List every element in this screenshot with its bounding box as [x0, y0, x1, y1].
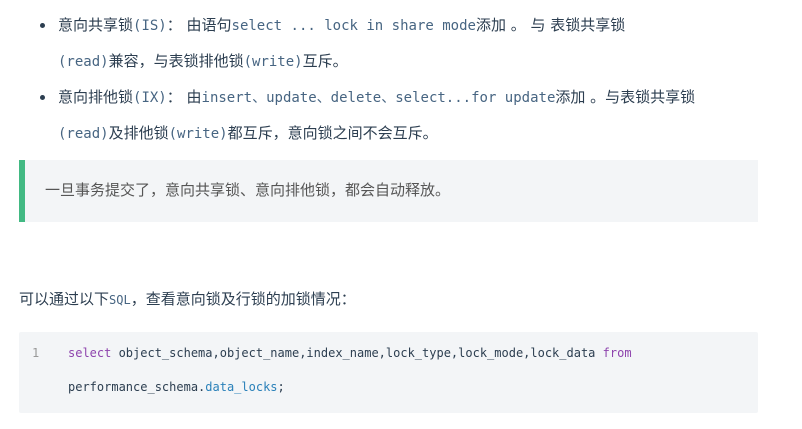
code-text: performance_schema. [68, 380, 206, 394]
inline-code: (read) [58, 54, 109, 70]
text-segment: 兼容，与表锁排他锁 [108, 52, 244, 70]
text-segment: 添加 。 与 表锁共享锁 [475, 16, 626, 34]
inline-code: insert、update、delete、select...for update [201, 90, 556, 106]
tip-callout: 一旦事务提交了，意向共享锁、意向排他锁，都会自动释放。 [19, 160, 758, 222]
paragraph: 可以通过以下SQL，查看意向锁及行锁的加锁情况： [19, 288, 356, 309]
text-segment: ： 由语句 [166, 16, 232, 34]
text-segment: 互斥。 [302, 52, 348, 70]
inline-code: (write) [168, 126, 228, 142]
inline-code: (write) [243, 54, 303, 70]
inline-code: (IS) [133, 18, 167, 34]
bullet-dot [40, 23, 45, 28]
text-segment: 可以通过以下 [19, 290, 110, 308]
text-segment: 都互斥，意向锁之间不会互斥。 [227, 124, 438, 142]
bullet-dot [40, 95, 45, 100]
inline-code: (IX) [133, 90, 167, 106]
list-item-intent-exclusive-lock: 意向排他锁(IX)： 由insert、update、delete、select.… [38, 80, 768, 152]
text-segment: ，查看意向锁及行锁的加锁情况： [130, 290, 356, 308]
code-line: select object_schema,object_name,index_n… [68, 346, 632, 360]
code-property: data_locks [205, 380, 278, 394]
list-item-intent-shared-lock: 意向共享锁(IS)： 由语句select ... lock in share m… [38, 8, 768, 80]
inline-code: SQL [109, 293, 131, 307]
code-text: object_schema,object_name,index_name,loc… [111, 346, 603, 360]
sql-keyword: select [68, 346, 112, 360]
code-line: performance_schema.data_locks; [68, 380, 285, 394]
sql-keyword: from [602, 346, 632, 360]
text-segment: ： 由 [166, 88, 202, 106]
code-block[interactable]: 1 select object_schema,object_name,index… [19, 332, 758, 413]
text-segment: 添加 。与表锁共享锁 [555, 88, 696, 106]
term-label: 意向排他锁 [58, 88, 134, 106]
code-text: ; [277, 380, 285, 394]
tip-text: 一旦事务提交了，意向共享锁、意向排他锁，都会自动释放。 [45, 181, 451, 199]
bullet-list: 意向共享锁(IS)： 由语句select ... lock in share m… [38, 8, 768, 152]
line-number: 1 [32, 346, 40, 360]
text-segment: 及排他锁 [108, 124, 169, 142]
inline-code: (read) [58, 126, 109, 142]
inline-code: select ... lock in share mode [231, 18, 476, 34]
term-label: 意向共享锁 [58, 16, 134, 34]
